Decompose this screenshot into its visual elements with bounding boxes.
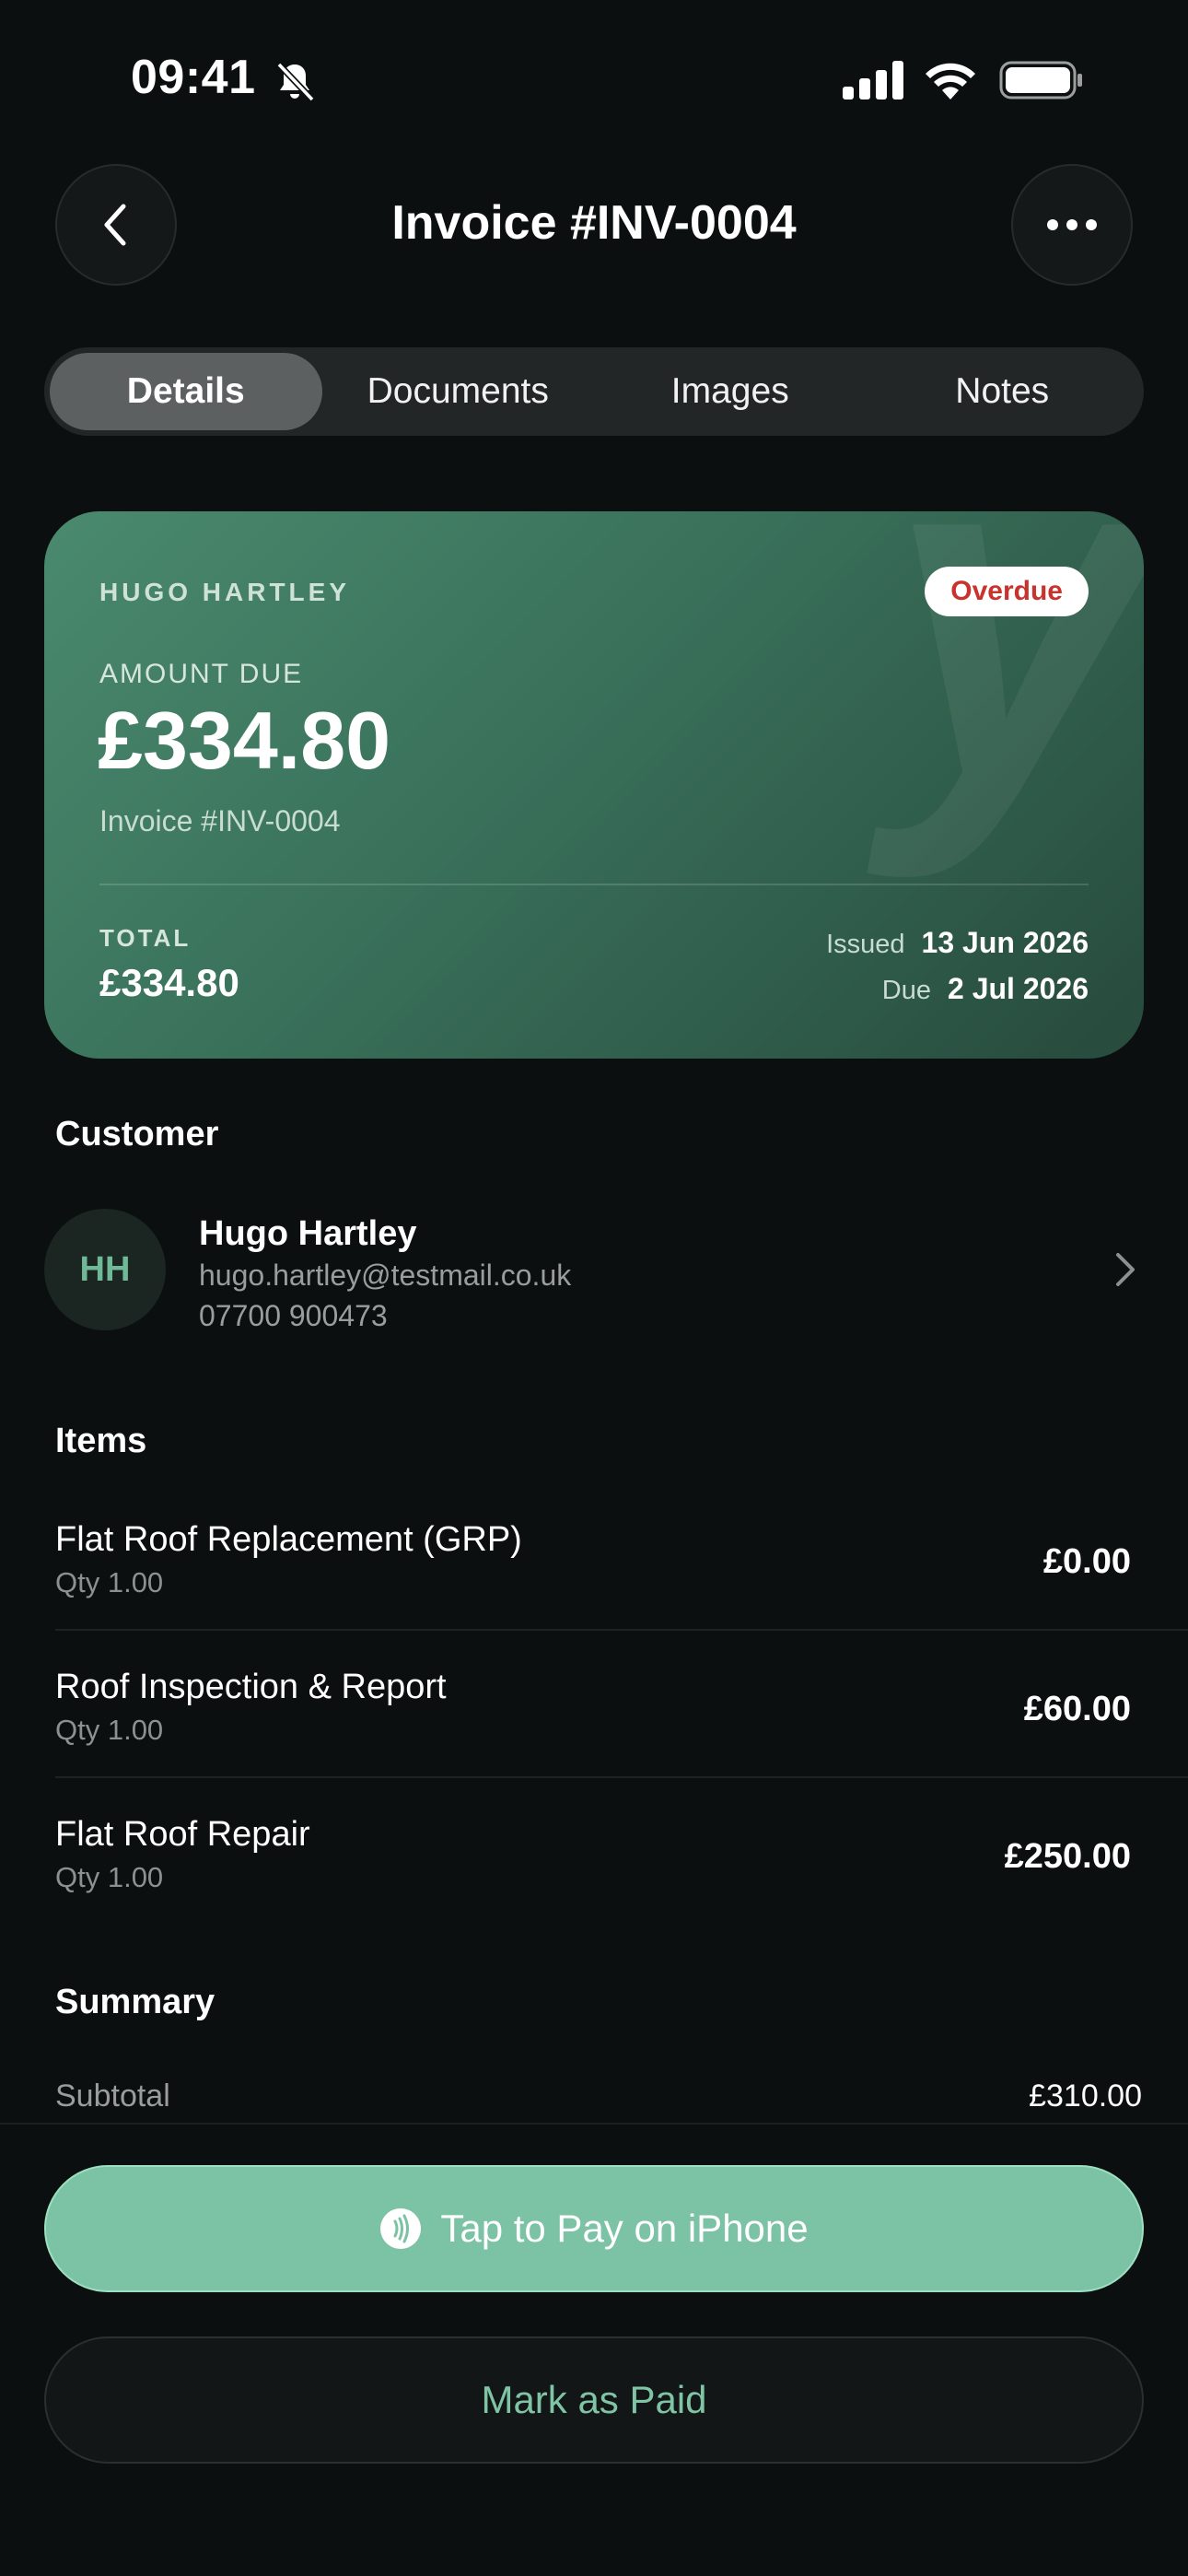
contactless-icon xyxy=(380,2208,422,2249)
due-date-row: Due 2 Jul 2026 xyxy=(882,972,1089,1006)
due-date: 2 Jul 2026 xyxy=(948,972,1089,1005)
tap-to-pay-label: Tap to Pay on iPhone xyxy=(440,2207,809,2250)
subtotal-label: Subtotal xyxy=(55,2078,170,2113)
item-qty: Qty 1.00 xyxy=(55,1861,164,1893)
invoice-summary-card: y HUGO HARTLEY Overdue AMOUNT DUE £334.8… xyxy=(44,511,1144,1059)
tab-images[interactable]: Images xyxy=(594,353,867,430)
amount-due-value: £334.80 xyxy=(98,695,391,786)
status-time: 09:41 xyxy=(131,51,256,104)
avatar: HH xyxy=(44,1209,166,1330)
mark-as-paid-button[interactable]: Mark as Paid xyxy=(44,2336,1144,2464)
line-item[interactable]: Roof Inspection & Report Qty 1.00 £60.00 xyxy=(55,1668,1188,1815)
amount-due-label: AMOUNT DUE xyxy=(99,659,304,689)
page-title: Invoice #INV-0004 xyxy=(391,196,797,250)
bell-muted-icon xyxy=(276,62,315,102)
cellular-signal-icon xyxy=(843,61,903,100)
tab-documents[interactable]: Documents xyxy=(322,353,595,430)
total-value: £334.80 xyxy=(99,961,239,1004)
card-invoice-ref: Invoice #INV-0004 xyxy=(99,804,341,837)
items-section-title: Items xyxy=(55,1422,147,1460)
card-divider xyxy=(99,884,1089,885)
tab-notes[interactable]: Notes xyxy=(867,353,1139,430)
item-qty: Qty 1.00 xyxy=(55,1714,164,1746)
wifi-icon xyxy=(926,63,975,100)
tap-to-pay-button[interactable]: Tap to Pay on iPhone xyxy=(44,2165,1144,2292)
due-label: Due xyxy=(881,976,931,1005)
mark-as-paid-label: Mark as Paid xyxy=(481,2378,707,2421)
item-divider xyxy=(55,1776,1188,1778)
subtotal-row: Subtotal £310.00 xyxy=(55,2078,1142,2114)
status-bar: 09:41 xyxy=(0,0,1188,157)
item-qty: Qty 1.00 xyxy=(55,1566,164,1598)
line-item[interactable]: Flat Roof Replacement (GRP) Qty 1.00 £0.… xyxy=(55,1520,1188,1668)
issued-label: Issued xyxy=(826,930,905,959)
status-badge: Overdue xyxy=(925,567,1089,616)
summary-section-title: Summary xyxy=(55,1983,215,2021)
subtotal-value: £310.00 xyxy=(1029,2078,1142,2113)
segmented-tabs: Details Documents Images Notes xyxy=(44,347,1144,436)
more-options-button[interactable] xyxy=(1011,164,1133,286)
customer-phone: 07700 900473 xyxy=(199,1299,388,1332)
customer-name: Hugo Hartley xyxy=(199,1214,417,1253)
item-price: £250.00 xyxy=(1004,1837,1131,1876)
chevron-right-icon xyxy=(1116,1253,1135,1286)
battery-icon xyxy=(999,61,1082,100)
ellipsis-icon xyxy=(1047,219,1097,230)
item-divider xyxy=(55,1629,1188,1631)
customer-section-title: Customer xyxy=(55,1115,219,1153)
issued-date-row: Issued 13 Jun 2026 xyxy=(826,926,1089,960)
item-name: Roof Inspection & Report xyxy=(55,1668,447,1706)
item-price: £60.00 xyxy=(1023,1690,1131,1728)
customer-row[interactable]: HH Hugo Hartley hugo.hartley@testmail.co… xyxy=(44,1207,1144,1336)
card-watermark: y xyxy=(886,511,1144,880)
item-name: Flat Roof Replacement (GRP) xyxy=(55,1520,522,1559)
card-customer-name: HUGO HARTLEY xyxy=(99,578,350,606)
line-item[interactable]: Flat Roof Repair Qty 1.00 £250.00 xyxy=(55,1815,1188,1962)
tab-details[interactable]: Details xyxy=(50,353,322,430)
bottom-divider xyxy=(0,2123,1188,2125)
item-price: £0.00 xyxy=(1042,1542,1131,1581)
total-label: TOTAL xyxy=(99,924,192,952)
item-name: Flat Roof Repair xyxy=(55,1815,310,1854)
issued-date: 13 Jun 2026 xyxy=(921,926,1089,959)
customer-email: hugo.hartley@testmail.co.uk xyxy=(199,1259,572,1292)
